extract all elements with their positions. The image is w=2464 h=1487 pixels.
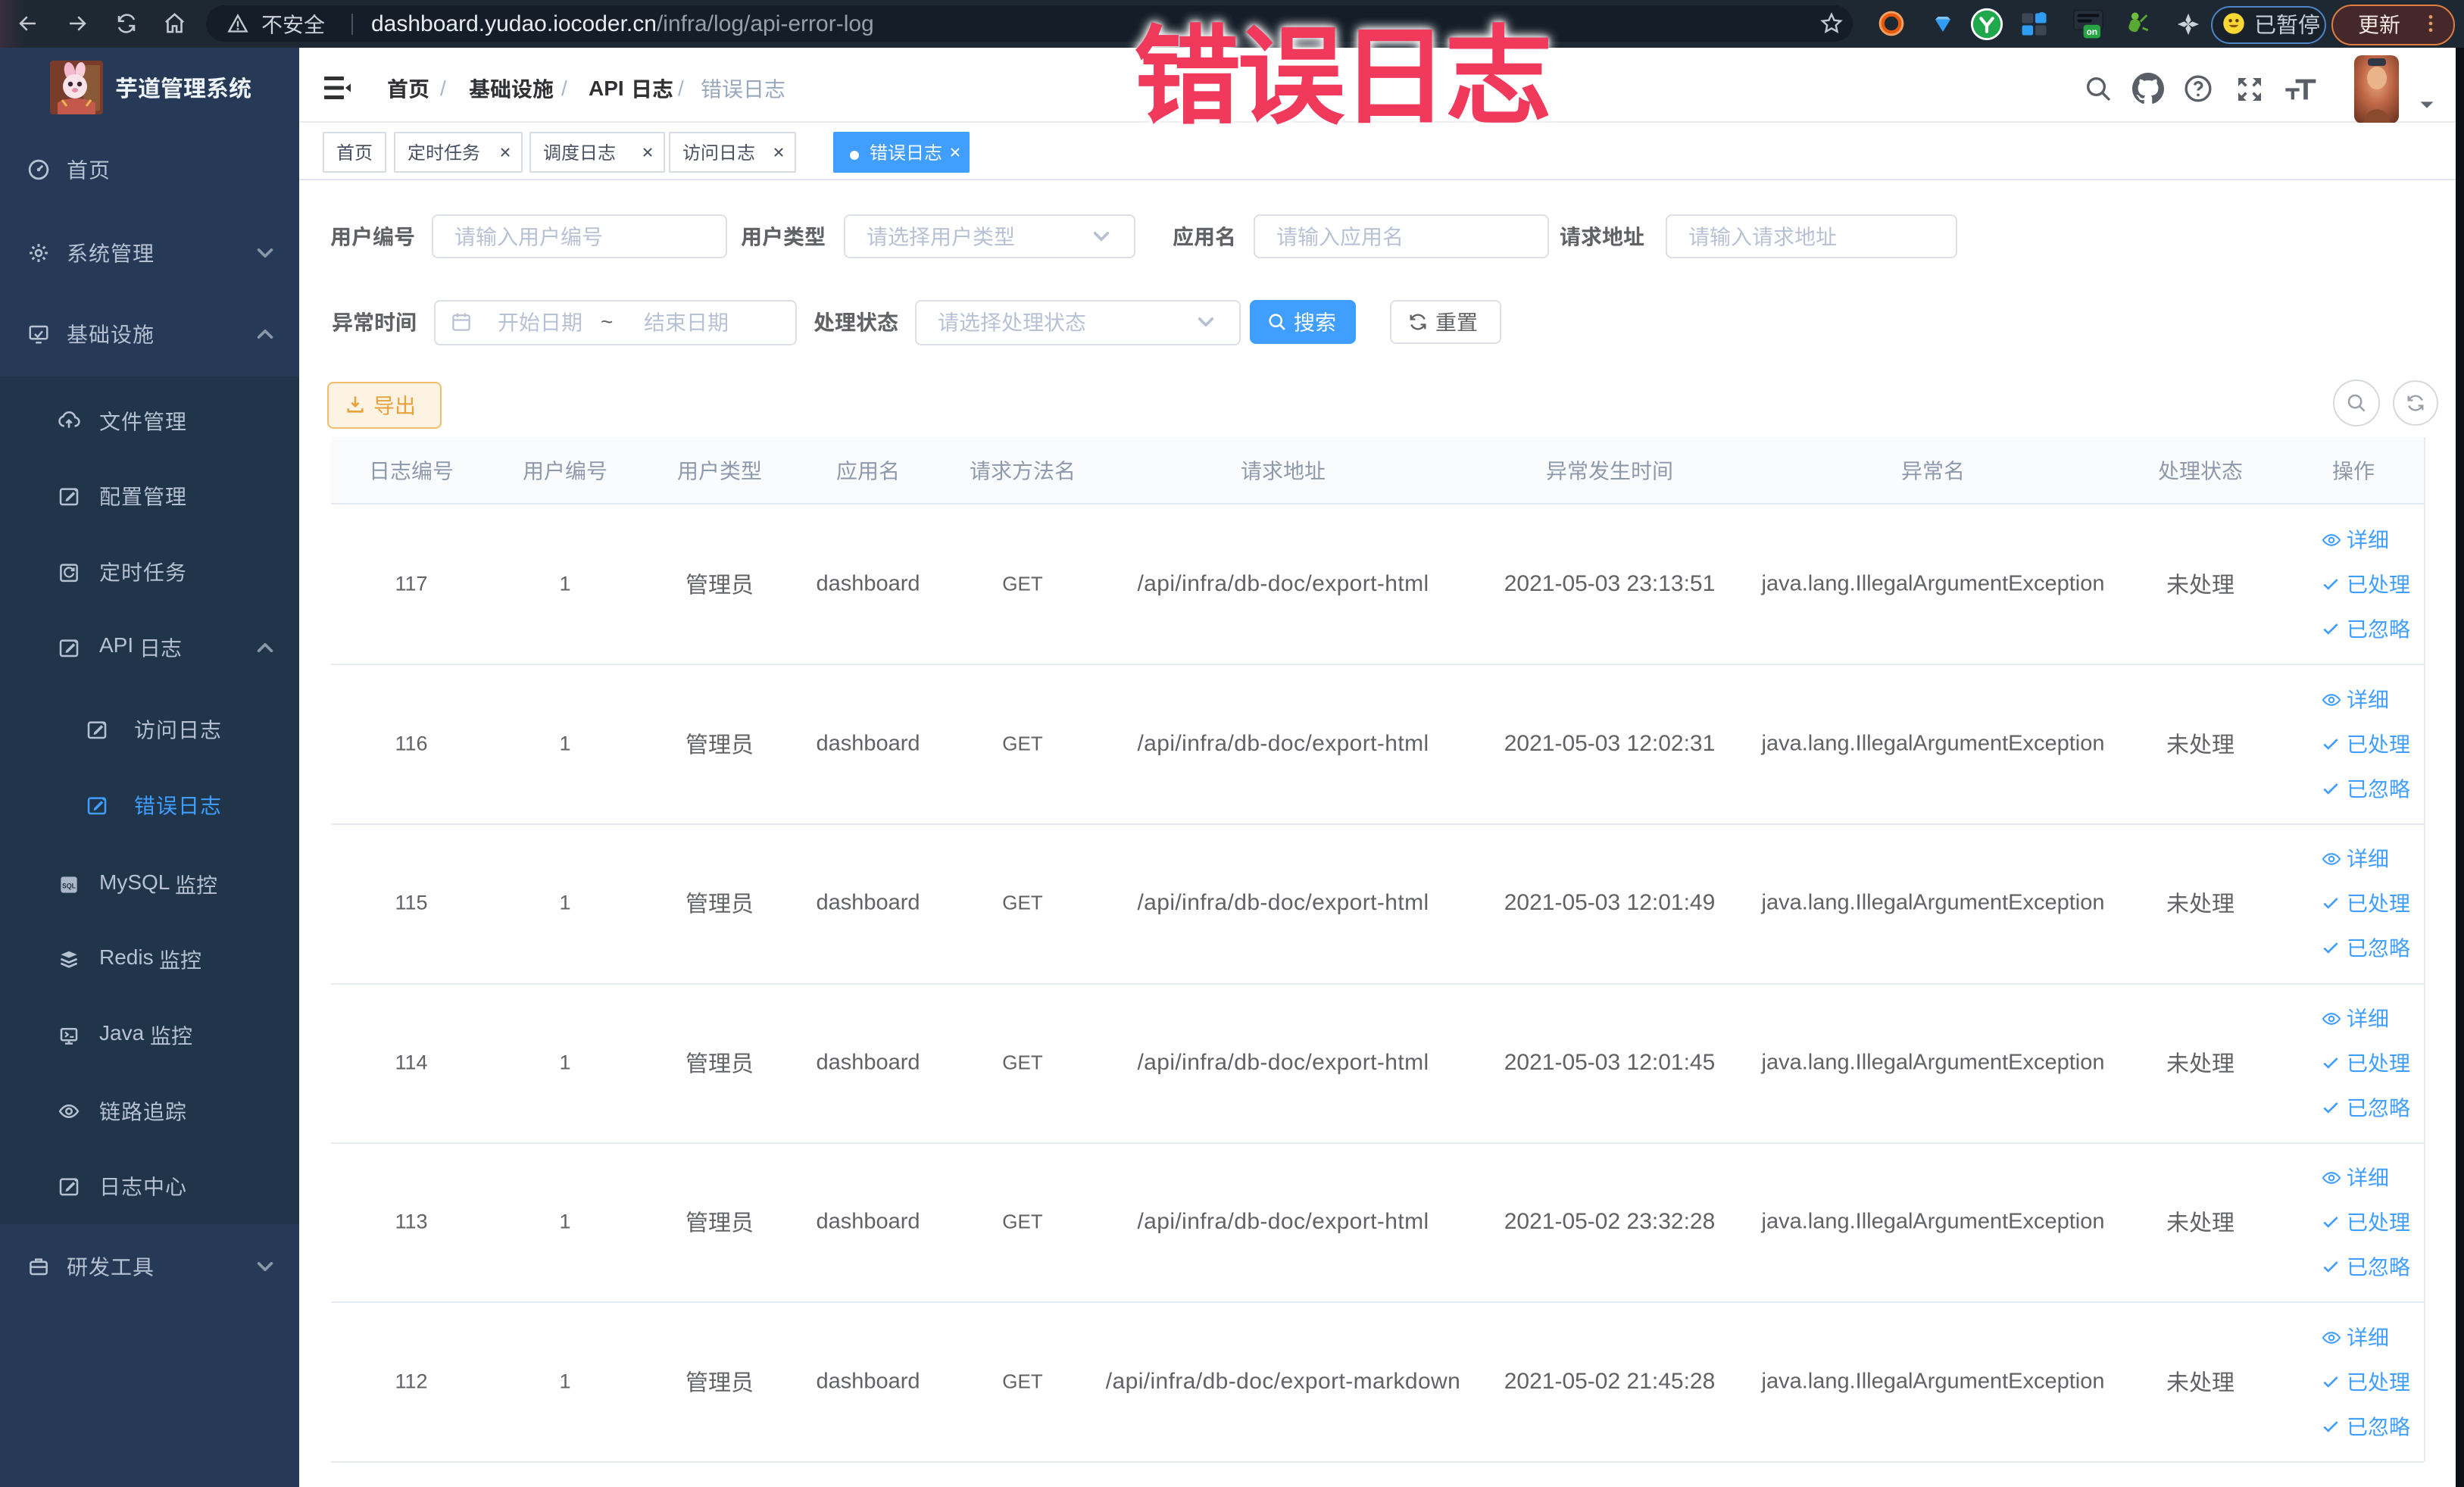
svg-text:on: on: [2086, 27, 2097, 37]
svg-text:SQL: SQL: [62, 882, 77, 889]
